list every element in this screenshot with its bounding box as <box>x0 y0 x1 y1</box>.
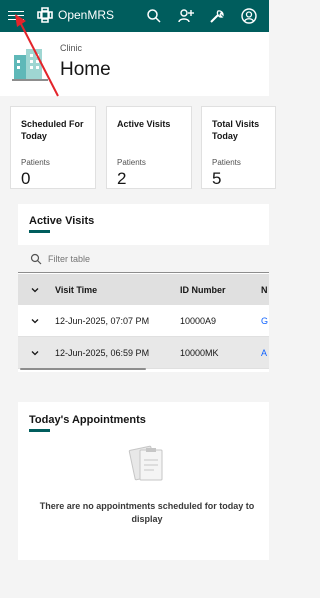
column-header-id-number[interactable]: ID Number <box>180 285 226 295</box>
metric-title: Total Visits Today <box>212 119 260 141</box>
empty-clipboard-icon <box>128 445 163 481</box>
filter-bar <box>18 245 269 273</box>
user-icon[interactable] <box>240 7 258 25</box>
openmrs-logo[interactable]: OpenMRS <box>36 6 114 24</box>
empty-state-message: There are no appointments scheduled for … <box>39 501 255 524</box>
metric-title: Active Visits <box>117 119 171 129</box>
metric-subtitle: Patients <box>21 158 50 167</box>
table-row[interactable]: 12-Jun-2025, 06:59 PM 10000MK A <box>18 337 269 369</box>
add-patient-icon[interactable] <box>177 7 195 25</box>
appointments-title: Today's Appointments <box>29 414 146 426</box>
metric-card-scheduled: Scheduled For Today Patients 0 <box>10 106 96 189</box>
title-underline <box>29 429 50 432</box>
location-label: Clinic <box>60 43 83 53</box>
expand-all-chevron-icon[interactable] <box>30 285 40 295</box>
metric-value: 5 <box>212 169 222 188</box>
metric-subtitle: Patients <box>117 158 146 167</box>
id-number-cell: 10000MK <box>180 347 219 358</box>
metric-value: 2 <box>117 169 127 188</box>
title-underline <box>29 230 50 233</box>
metric-card-active-visits: Active Visits Patients 2 <box>106 106 192 189</box>
tools-icon[interactable] <box>208 7 226 25</box>
todays-appointments-panel: Today's Appointments There are no appoin… <box>18 402 269 560</box>
metric-card-total-visits: Total Visits Today Patients 5 <box>201 106 276 189</box>
active-visits-title: Active Visits <box>29 215 95 227</box>
column-header-visit-time[interactable]: Visit Time <box>55 285 97 295</box>
clinic-illustration-icon <box>12 49 48 81</box>
search-icon <box>30 253 42 265</box>
visit-time-cell: 12-Jun-2025, 07:07 PM <box>55 315 150 326</box>
brand-name: OpenMRS <box>58 8 115 22</box>
search-icon[interactable] <box>145 7 163 25</box>
metric-value: 0 <box>21 169 31 188</box>
table-header-row: Visit Time ID Number N <box>18 274 269 305</box>
visit-time-cell: 12-Jun-2025, 06:59 PM <box>55 347 150 358</box>
openmrs-logo-icon <box>37 7 53 23</box>
metric-subtitle: Patients <box>212 158 241 167</box>
filter-table-input[interactable] <box>48 251 248 267</box>
horizontal-scrollbar[interactable] <box>20 368 146 370</box>
active-visits-panel: Active Visits Visit Time ID Number N 12-… <box>18 204 269 372</box>
table-row[interactable]: 12-Jun-2025, 07:07 PM 10000A9 G <box>18 305 269 337</box>
patient-name-link[interactable]: A <box>261 348 267 358</box>
column-header-name[interactable]: N <box>261 285 268 295</box>
metric-title: Scheduled For Today <box>21 119 84 141</box>
expand-row-chevron-icon[interactable] <box>30 316 40 326</box>
patient-name-link[interactable]: G <box>261 316 268 326</box>
menu-icon[interactable] <box>8 8 24 24</box>
top-navigation-bar: OpenMRS <box>0 0 269 32</box>
id-number-cell: 10000A9 <box>180 315 217 326</box>
expand-row-chevron-icon[interactable] <box>30 348 40 358</box>
page-title: Home <box>60 59 111 80</box>
